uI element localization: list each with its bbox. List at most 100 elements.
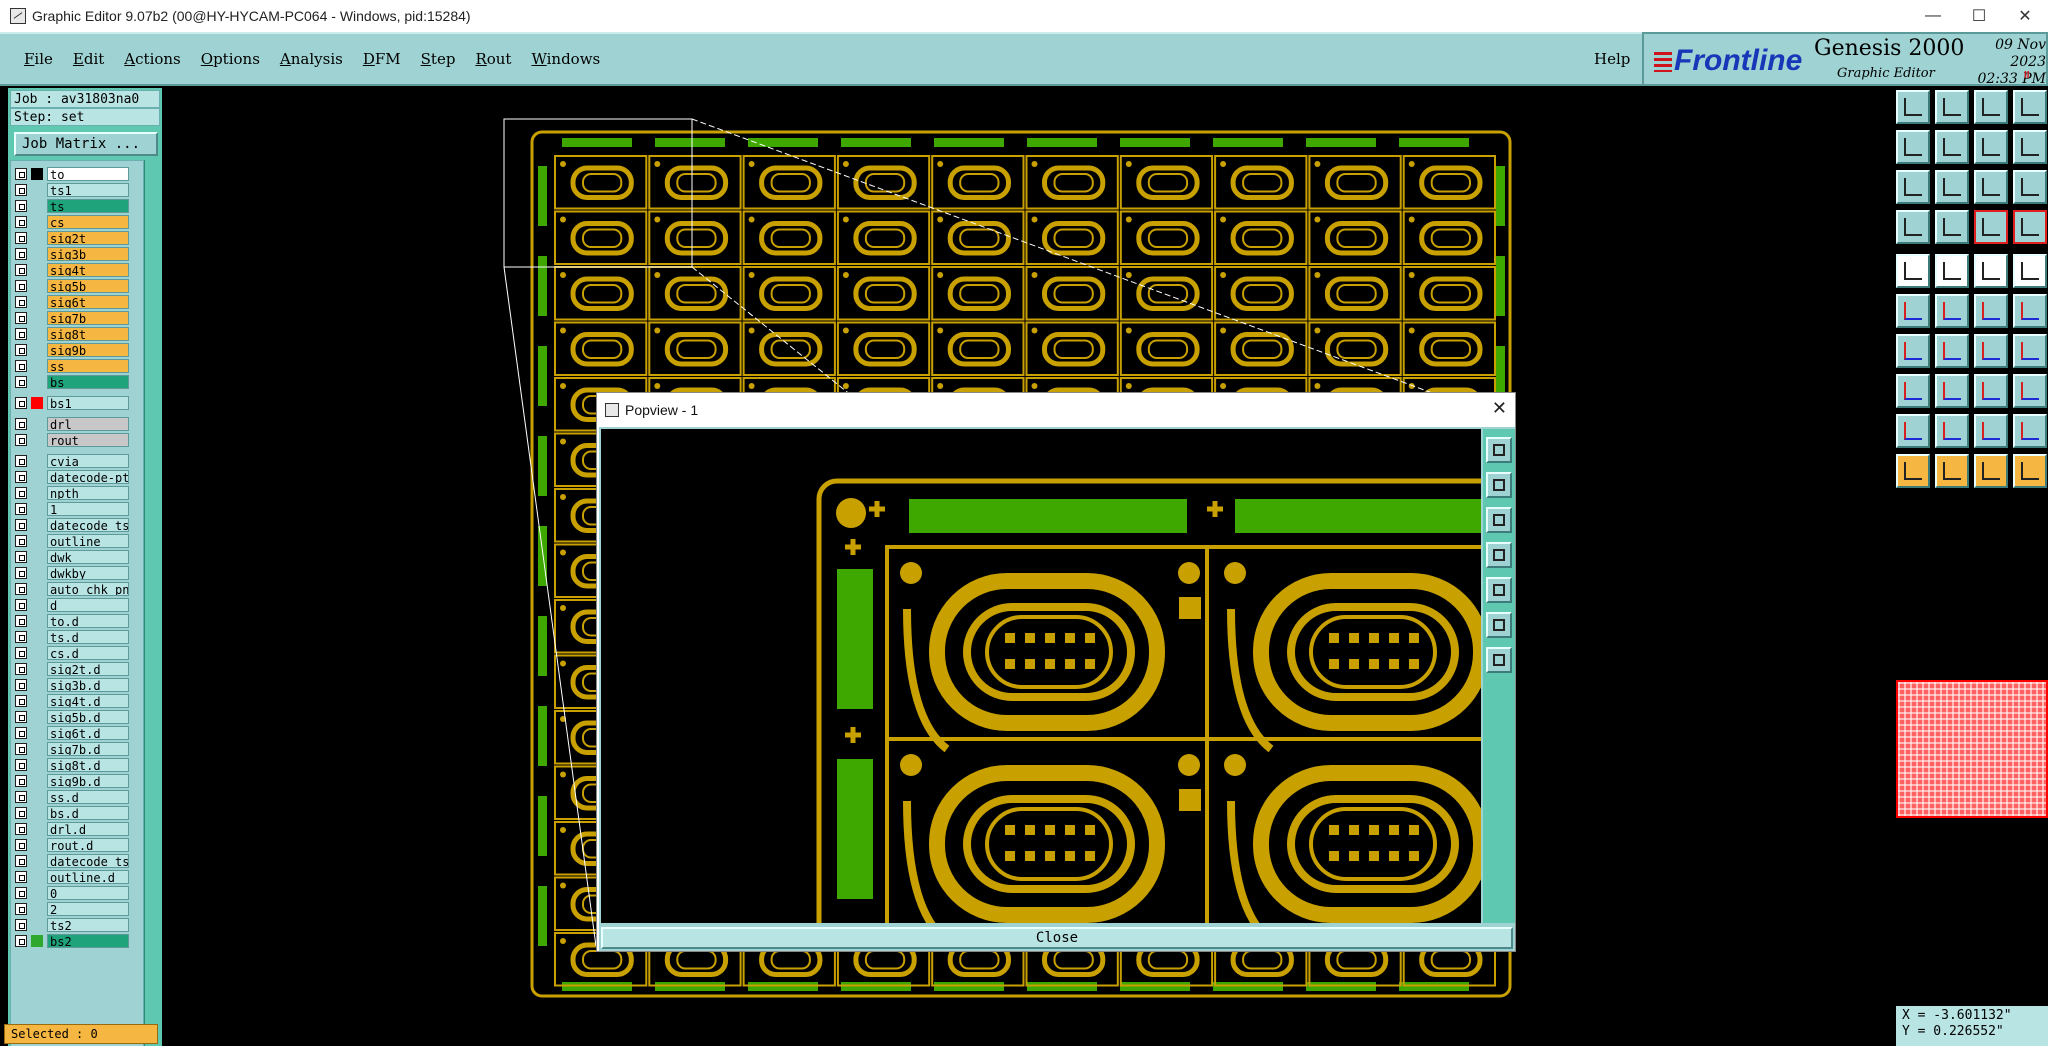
layer-color-swatch[interactable] [31, 248, 43, 260]
layer-checkbox[interactable] [15, 583, 27, 595]
layer-row[interactable]: sig7b.d [15, 742, 141, 756]
layer-name[interactable]: sig3b [47, 247, 129, 261]
layer-row[interactable]: sig2t [15, 231, 141, 245]
layer-color-swatch[interactable] [31, 312, 43, 324]
layer-checkbox[interactable] [15, 184, 27, 196]
tool-button-icon[interactable] [1974, 374, 2008, 408]
layer-name[interactable]: ss [47, 359, 129, 373]
layer-name[interactable]: sig4t [47, 263, 129, 277]
tool-button-icon[interactable] [1896, 130, 1930, 164]
layer-color-swatch[interactable] [31, 296, 43, 308]
layer-checkbox[interactable] [15, 312, 27, 324]
layer-row[interactable]: bs1 [15, 396, 141, 410]
layer-color-swatch[interactable] [31, 615, 43, 627]
layer-color-swatch[interactable] [31, 663, 43, 675]
layer-name[interactable]: sig9b.d [47, 774, 129, 788]
tool-button-icon[interactable] [1974, 414, 2008, 448]
layer-row[interactable]: 0 [15, 886, 141, 900]
layer-row[interactable]: sig3b.d [15, 678, 141, 692]
minimize-button[interactable]: — [1910, 0, 1956, 32]
layer-color-swatch[interactable] [31, 775, 43, 787]
popview-close-button[interactable]: Close [601, 927, 1513, 949]
layer-row[interactable]: sig9b [15, 343, 141, 357]
layer-color-swatch[interactable] [31, 567, 43, 579]
layer-row[interactable]: bs2 [15, 934, 141, 948]
layer-checkbox[interactable] [15, 328, 27, 340]
tool-button-icon[interactable] [1896, 334, 1930, 368]
menu-dfm[interactable]: DFM [363, 50, 401, 68]
menu-windows[interactable]: Windows [531, 50, 600, 68]
layer-color-swatch[interactable] [31, 487, 43, 499]
tool-button-icon[interactable] [1974, 294, 2008, 328]
layer-color-swatch[interactable] [31, 631, 43, 643]
layer-row[interactable]: drl.d [15, 822, 141, 836]
layer-row[interactable]: sig7b [15, 311, 141, 325]
layer-name[interactable]: bs2 [47, 934, 129, 948]
layer-color-swatch[interactable] [31, 887, 43, 899]
menu-rout[interactable]: Rout [475, 50, 511, 68]
layer-name[interactable]: sig2t.d [47, 662, 129, 676]
layer-color-swatch[interactable] [31, 264, 43, 276]
layer-checkbox[interactable] [15, 567, 27, 579]
layer-row[interactable]: datecode-ptc [15, 470, 141, 484]
tool-button-icon[interactable] [1935, 454, 1969, 488]
layer-checkbox[interactable] [15, 647, 27, 659]
layer-color-swatch[interactable] [31, 791, 43, 803]
tool-button-icon[interactable] [1896, 374, 1930, 408]
layer-name[interactable]: sig8t [47, 327, 129, 341]
layer-row[interactable]: cs.d [15, 646, 141, 660]
layer-color-swatch[interactable] [31, 503, 43, 515]
layer-name[interactable]: sig4t.d [47, 694, 129, 708]
layer-color-swatch[interactable] [31, 759, 43, 771]
popview-tool-icon[interactable] [1486, 507, 1512, 533]
close-button[interactable]: ✕ [2002, 0, 2048, 32]
layer-checkbox[interactable] [15, 455, 27, 467]
layer-checkbox[interactable] [15, 807, 27, 819]
tool-button-icon[interactable] [1935, 210, 1969, 244]
layer-row[interactable]: ts1 [15, 183, 141, 197]
tool-button-icon[interactable] [1935, 334, 1969, 368]
tool-button-icon[interactable] [2013, 374, 2047, 408]
layer-row[interactable]: to [15, 167, 141, 181]
layer-name[interactable]: 1 [47, 502, 129, 516]
tool-button-icon[interactable] [1974, 170, 2008, 204]
layer-color-swatch[interactable] [31, 471, 43, 483]
layer-checkbox[interactable] [15, 839, 27, 851]
layer-checkbox[interactable] [15, 280, 27, 292]
zoomed-board-view[interactable] [601, 429, 1481, 923]
layer-row[interactable]: rout [15, 433, 141, 447]
popview-window[interactable]: Popview - 1 ✕ Close [596, 392, 1516, 952]
layer-checkbox[interactable] [15, 679, 27, 691]
layer-row[interactable]: to.d [15, 614, 141, 628]
layer-color-swatch[interactable] [31, 695, 43, 707]
layer-name[interactable]: datecode_ts [47, 518, 129, 532]
layer-row[interactable]: sig5b.d [15, 710, 141, 724]
layer-row[interactable]: npth [15, 486, 141, 500]
overview-minimap[interactable] [1896, 680, 2048, 818]
tool-button-icon[interactable] [2013, 254, 2047, 288]
layer-checkbox[interactable] [15, 418, 27, 430]
tool-button-icon[interactable] [2013, 210, 2047, 244]
tool-button-icon[interactable] [1974, 454, 2008, 488]
layer-checkbox[interactable] [15, 551, 27, 563]
layer-checkbox[interactable] [15, 903, 27, 915]
layer-row[interactable]: ts2 [15, 918, 141, 932]
layer-row[interactable]: sig8t [15, 327, 141, 341]
layer-name[interactable]: datecode_ts [47, 854, 129, 868]
layer-color-swatch[interactable] [31, 535, 43, 547]
layer-row[interactable]: datecode_ts [15, 518, 141, 532]
layer-row[interactable]: sig3b [15, 247, 141, 261]
layer-color-swatch[interactable] [31, 871, 43, 883]
layer-name[interactable]: rout.d [47, 838, 129, 852]
layer-name[interactable]: sig9b [47, 343, 129, 357]
tool-button-icon[interactable] [2013, 334, 2047, 368]
layer-name[interactable]: cs.d [47, 646, 129, 660]
tool-button-icon[interactable] [1974, 254, 2008, 288]
popview-close-icon[interactable]: ✕ [1492, 398, 1507, 419]
layer-name[interactable]: 0 [47, 886, 129, 900]
popview-tool-icon[interactable] [1486, 472, 1512, 498]
menu-help[interactable]: Help [1594, 50, 1630, 68]
layer-name[interactable]: drl.d [47, 822, 129, 836]
layer-checkbox[interactable] [15, 823, 27, 835]
tool-button-icon[interactable] [1974, 210, 2008, 244]
